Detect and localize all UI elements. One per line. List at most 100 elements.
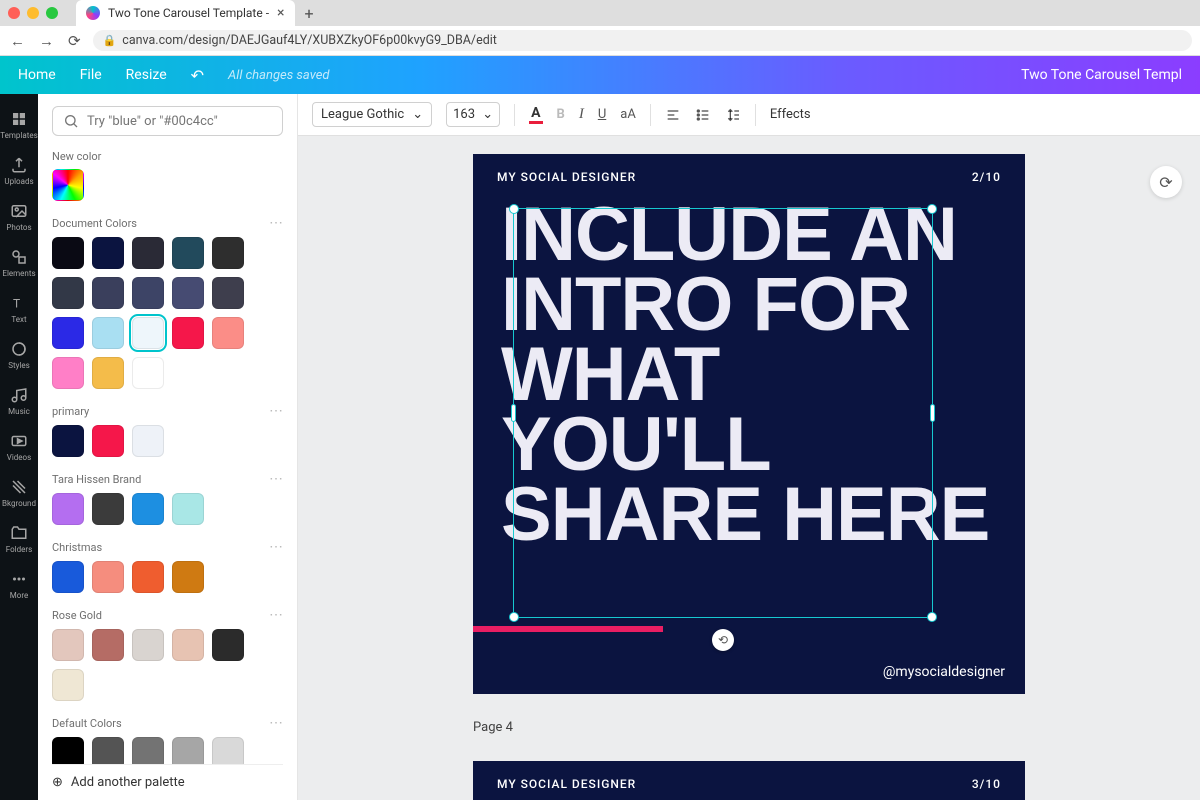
color-swatch[interactable] (52, 493, 84, 525)
rail-photos[interactable]: Photos (0, 194, 38, 240)
section-options-icon[interactable]: ⋯ (269, 715, 283, 731)
back-icon[interactable]: ← (8, 32, 27, 50)
color-swatch[interactable] (212, 629, 244, 661)
resize-handle-ne[interactable] (927, 204, 937, 214)
list-button[interactable] (695, 107, 711, 123)
document-title[interactable]: Two Tone Carousel Templ (1021, 67, 1182, 83)
section-options-icon[interactable]: ⋯ (269, 539, 283, 555)
menu-home[interactable]: Home (18, 67, 56, 83)
case-button[interactable]: aA (620, 107, 636, 122)
rail-uploads[interactable]: Uploads (0, 148, 38, 194)
section-options-icon[interactable]: ⋯ (269, 471, 283, 487)
url-field[interactable]: 🔒 canva.com/design/DAEJGauf4LY/XUBXZkyOF… (93, 30, 1192, 51)
section-options-icon[interactable]: ⋯ (269, 403, 283, 419)
color-swatch[interactable] (132, 277, 164, 309)
spacing-button[interactable] (725, 107, 741, 123)
tab-close-icon[interactable]: × (277, 5, 284, 21)
undo-icon[interactable]: ↶ (191, 66, 204, 85)
color-swatch[interactable] (52, 237, 84, 269)
browser-tab[interactable]: Two Tone Carousel Template - × (76, 0, 295, 26)
resize-handle-se[interactable] (927, 612, 937, 622)
design-page-3[interactable]: MY SOCIAL DESIGNER 2/10 ⟲ INCLUDE AN INT… (473, 154, 1025, 694)
menu-resize[interactable]: Resize (126, 67, 167, 83)
design-handle[interactable]: @mysocialdesigner (883, 664, 1005, 680)
color-swatch[interactable] (92, 629, 124, 661)
selection-box: ⟲ (513, 208, 933, 618)
resize-handle-w[interactable] (511, 404, 516, 422)
underline-button[interactable]: U (598, 107, 606, 122)
rail-bkground[interactable]: Bkground (0, 470, 38, 516)
color-swatch[interactable] (132, 425, 164, 457)
bold-button[interactable]: B (557, 107, 565, 122)
resize-handle-e[interactable] (930, 404, 935, 422)
rail-folders[interactable]: Folders (0, 516, 38, 562)
new-tab-button[interactable]: + (305, 4, 314, 23)
color-swatch[interactable] (132, 237, 164, 269)
rail-styles[interactable]: Styles (0, 332, 38, 378)
color-swatch[interactable] (92, 493, 124, 525)
color-search-input[interactable] (87, 114, 272, 129)
reload-icon[interactable]: ⟳ (66, 32, 83, 50)
color-swatch[interactable] (92, 561, 124, 593)
sync-icon[interactable]: ⟳ (1150, 166, 1182, 198)
color-swatch[interactable] (172, 493, 204, 525)
align-button[interactable] (665, 107, 681, 123)
color-swatch[interactable] (52, 669, 84, 701)
rail-text[interactable]: TText (0, 286, 38, 332)
color-swatch[interactable] (172, 237, 204, 269)
italic-button[interactable]: I (579, 106, 584, 123)
color-swatch[interactable] (52, 561, 84, 593)
color-swatch[interactable] (92, 317, 124, 349)
new-color-swatch[interactable] (52, 169, 84, 201)
color-swatch[interactable] (172, 277, 204, 309)
color-swatch[interactable] (212, 237, 244, 269)
svg-text:T: T (13, 297, 20, 311)
menu-file[interactable]: File (80, 67, 102, 83)
color-swatch[interactable] (52, 357, 84, 389)
color-swatch[interactable] (52, 425, 84, 457)
forward-icon[interactable]: → (37, 32, 56, 50)
color-swatch[interactable] (52, 277, 84, 309)
rail-more[interactable]: More (0, 562, 38, 608)
color-swatch[interactable] (52, 629, 84, 661)
page-label: Page 4 (473, 720, 1025, 735)
color-swatch[interactable] (212, 317, 244, 349)
design-page-4[interactable]: MY SOCIAL DESIGNER 3/10 (473, 761, 1025, 800)
color-swatch[interactable] (172, 561, 204, 593)
rail-music[interactable]: Music (0, 378, 38, 424)
design-brand: MY SOCIAL DESIGNER (497, 170, 636, 184)
color-swatch[interactable] (92, 237, 124, 269)
rail-templates[interactable]: Templates (0, 102, 38, 148)
url-text: canva.com/design/DAEJGauf4LY/XUBXZkyOF6p… (122, 33, 497, 48)
window-close-icon[interactable] (8, 7, 20, 19)
font-select[interactable]: League Gothic ⌄ (312, 102, 432, 127)
rotate-handle[interactable]: ⟲ (712, 629, 734, 651)
window-zoom-icon[interactable] (46, 7, 58, 19)
color-search[interactable] (52, 106, 283, 136)
font-size-input[interactable]: 163 ⌄ (446, 102, 500, 127)
color-swatch[interactable] (172, 317, 204, 349)
color-swatch[interactable] (92, 277, 124, 309)
section-options-icon[interactable]: ⋯ (269, 215, 283, 231)
color-swatch[interactable] (132, 629, 164, 661)
text-color-button[interactable]: A (529, 105, 542, 124)
color-swatch[interactable] (212, 277, 244, 309)
accent-line[interactable] (473, 626, 663, 632)
window-minimize-icon[interactable] (27, 7, 39, 19)
color-swatch[interactable] (92, 357, 124, 389)
resize-handle-sw[interactable] (509, 612, 519, 622)
color-swatch[interactable] (132, 317, 164, 349)
effects-button[interactable]: Effects (770, 107, 811, 122)
color-swatch[interactable] (172, 629, 204, 661)
color-swatch[interactable] (132, 561, 164, 593)
color-swatch[interactable] (132, 493, 164, 525)
add-palette-button[interactable]: ⊕ Add another palette (52, 764, 283, 800)
rail-videos[interactable]: Videos (0, 424, 38, 470)
rail-elements[interactable]: Elements (0, 240, 38, 286)
color-swatch[interactable] (132, 357, 164, 389)
color-swatch[interactable] (92, 425, 124, 457)
section-options-icon[interactable]: ⋯ (269, 607, 283, 623)
color-swatch[interactable] (52, 317, 84, 349)
resize-handle-nw[interactable] (509, 204, 519, 214)
section-label: primary (52, 405, 89, 418)
